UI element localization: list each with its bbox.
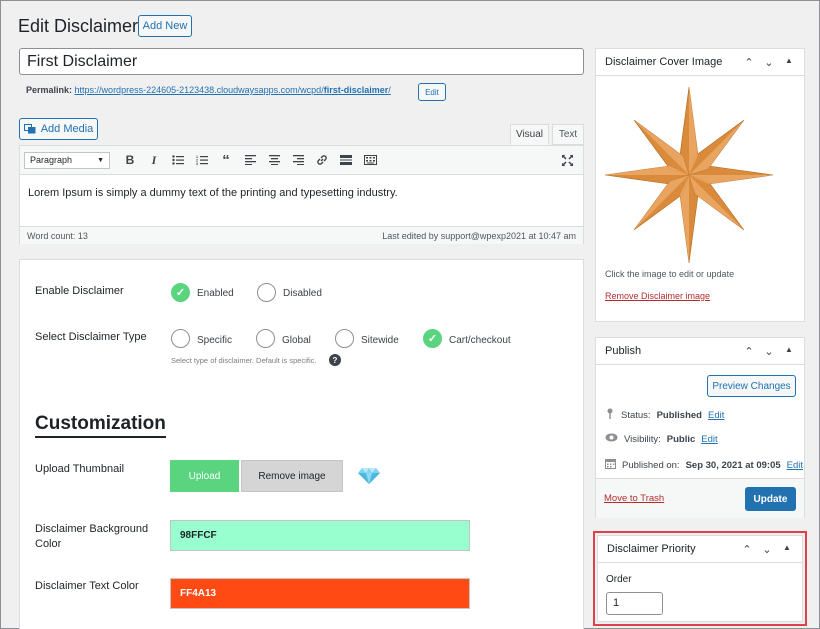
customization-heading: Customization [35,413,166,438]
preview-changes-button[interactable]: Preview Changes [707,375,796,397]
read-more-icon[interactable] [334,148,358,172]
disclaimer-type-hint: Select type of disclaimer. Default is sp… [171,356,317,365]
disclaimer-type-label: Select Disclaimer Type [35,331,147,343]
publish-header: Publish ⌃ ⌄ ▲ [596,338,804,365]
last-edited: Last edited by support@wpexp2021 at 10:4… [382,230,576,241]
publish-box: Publish ⌃ ⌄ ▲ Preview Changes Status: Pub… [595,337,805,518]
radio-sitewide-label: Sitewide [361,335,399,346]
disclaimer-settings-box: Enable Disclaimer ✓ Enabled Disabled Sel… [19,259,584,629]
tab-visual[interactable]: Visual [510,124,549,145]
numbered-list-icon[interactable]: 123 [190,148,214,172]
radio-enabled-label: Enabled [197,288,234,299]
chevron-up-icon[interactable]: ⌃ [743,56,755,69]
chevron-up-icon[interactable]: ⌃ [743,345,755,358]
add-media-button[interactable]: Add Media [19,118,98,140]
bold-icon[interactable]: B [118,148,142,172]
cover-image-hint: Click the image to edit or update [605,269,735,279]
permalink-label: Permalink: [26,85,73,95]
diamond-icon [358,467,380,490]
published-on-row: Published on: Sep 30, 2021 at 09:05 Edit [605,458,803,472]
chevron-up-icon[interactable]: ⌃ [741,543,753,556]
svg-text:3: 3 [196,162,198,165]
fullscreen-icon[interactable] [555,148,579,172]
italic-icon[interactable]: I [142,148,166,172]
bg-color-label: Disclaimer Background Color [35,523,149,550]
edit-status-link[interactable]: Edit [708,410,724,421]
radio-specific[interactable] [171,329,190,348]
chevron-down-icon[interactable]: ⌄ [761,543,773,556]
publish-title: Publish [605,345,642,357]
priority-title: Disclaimer Priority [607,543,696,555]
radio-global-label: Global [282,335,311,346]
content-editor: Paragraph ▼ B I 123 “ Lorem Ipsum is sim… [19,145,584,244]
editor-status-bar: Word count: 13 Last edited by support@wp… [20,226,583,244]
add-new-button[interactable]: Add New [138,15,192,37]
eye-icon [605,433,618,445]
bg-color-field[interactable]: 98FFCF [170,520,470,551]
enable-disclaimer-label: Enable Disclaimer [35,285,124,297]
text-color-field[interactable]: FF4A13 [170,578,470,609]
help-icon[interactable]: ? [329,354,341,366]
radio-cart-checkout[interactable]: ✓ [423,329,442,348]
collapse-toggle-icon[interactable]: ▲ [781,543,793,556]
text-color-label: Disclaimer Text Color [35,580,139,592]
chevron-down-icon[interactable]: ⌄ [763,56,775,69]
radio-enabled[interactable]: ✓ [171,283,190,302]
calendar-icon [605,458,616,472]
status-row: Status: Published Edit [605,408,724,422]
cover-image-title: Disclaimer Cover Image [605,56,723,68]
align-center-icon[interactable] [262,148,286,172]
order-label: Order [606,574,632,585]
align-left-icon[interactable] [238,148,262,172]
tab-text[interactable]: Text [552,124,584,145]
title-input[interactable]: First Disclaimer [19,48,584,75]
cover-image-header: Disclaimer Cover Image ⌃ ⌄ ▲ [596,49,804,76]
collapse-toggle-icon[interactable]: ▲ [783,345,795,358]
move-to-trash-link[interactable]: Move to Trash [604,493,664,504]
page-title: Edit Disclaimer [18,16,139,36]
radio-specific-label: Specific [197,335,233,346]
pin-icon [605,408,615,422]
permalink: Permalink: https://wordpress-224605-2123… [26,85,391,95]
priority-header: Disclaimer Priority ⌃ ⌄ ▲ [598,536,802,563]
edit-date-link[interactable]: Edit [787,460,803,471]
radio-sitewide[interactable] [335,329,354,348]
remove-image-button[interactable]: Remove image [241,460,343,492]
radio-global[interactable] [256,329,275,348]
editor-toolbar: Paragraph ▼ B I 123 “ [20,146,583,175]
editor-content[interactable]: Lorem Ipsum is simply a dummy text of th… [20,175,583,226]
permalink-edit-button[interactable]: Edit [418,83,446,101]
word-count: Word count: 13 [27,230,88,241]
toolbar-toggle-icon[interactable] [358,148,382,172]
radio-cart-checkout-label: Cart/checkout [449,335,511,346]
format-select[interactable]: Paragraph ▼ [24,151,110,169]
permalink-link[interactable]: https://wordpress-224605-2123438.cloudwa… [75,85,391,95]
bullet-list-icon[interactable] [166,148,190,172]
cover-image-box: Disclaimer Cover Image ⌃ ⌄ ▲ Click the i… [595,48,805,322]
collapse-toggle-icon[interactable]: ▲ [783,56,795,69]
blockquote-icon[interactable]: “ [214,148,238,172]
visibility-row: Visibility: Public Edit [605,433,718,445]
update-button[interactable]: Update [745,487,796,511]
chevron-down-icon[interactable]: ⌄ [763,345,775,358]
upload-thumbnail-label: Upload Thumbnail [35,463,125,475]
edit-visibility-link[interactable]: Edit [701,434,717,445]
radio-disabled-label: Disabled [283,288,322,299]
media-icon [23,124,36,134]
publish-actions: Move to Trash Update [596,478,804,518]
link-icon[interactable] [310,148,334,172]
remove-cover-image-link[interactable]: Remove Disclaimer image [605,291,710,301]
priority-box: Disclaimer Priority ⌃ ⌄ ▲ Order 1 [597,535,803,622]
upload-button[interactable]: Upload [170,460,239,492]
align-right-icon[interactable] [286,148,310,172]
order-input[interactable]: 1 [606,592,663,615]
radio-disabled[interactable] [257,283,276,302]
cover-star-image[interactable] [604,85,774,270]
